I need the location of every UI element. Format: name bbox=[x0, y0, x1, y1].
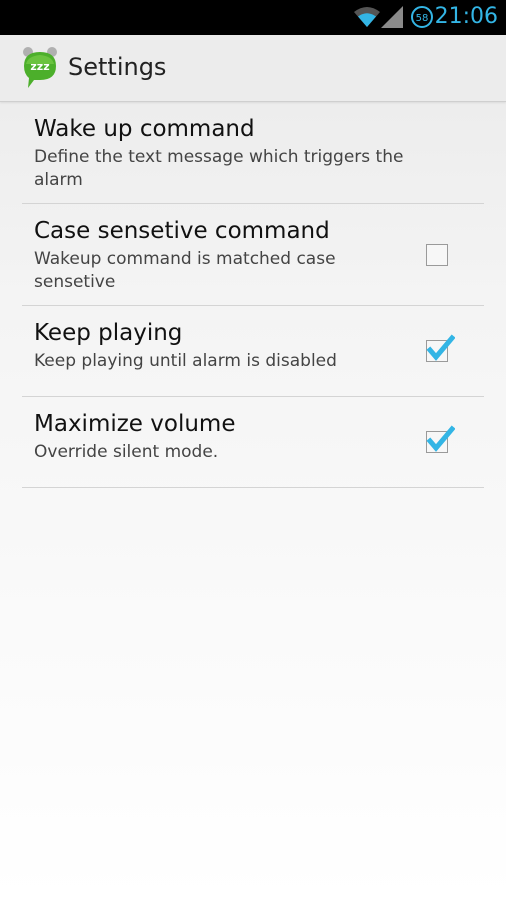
maximize-volume-checkbox[interactable] bbox=[426, 425, 455, 453]
zzz-alarm-icon[interactable]: zzz bbox=[20, 46, 60, 92]
status-bar: 58 21:06 bbox=[0, 0, 506, 35]
pref-title: Keep playing bbox=[34, 320, 183, 346]
preference-list: Wake up command Define the text message … bbox=[22, 102, 484, 488]
pref-summary: Define the text message which triggers t… bbox=[34, 147, 404, 190]
pref-summary: Override silent mode. bbox=[34, 442, 219, 462]
signal-icon bbox=[381, 6, 403, 28]
keep-playing-checkbox[interactable] bbox=[426, 334, 455, 362]
checkmark-icon bbox=[426, 334, 455, 361]
pref-case-sensitive-command[interactable]: Case sensetive command Wakeup command is… bbox=[22, 204, 484, 306]
page-title: Settings bbox=[68, 53, 167, 81]
pref-wake-up-command[interactable]: Wake up command Define the text message … bbox=[22, 102, 484, 204]
pref-title: Case sensetive command bbox=[34, 218, 330, 244]
clock: 21:06 bbox=[434, 4, 498, 29]
battery-icon: 58 bbox=[411, 6, 433, 28]
wifi-icon bbox=[354, 7, 380, 27]
pref-title: Maximize volume bbox=[34, 411, 236, 437]
pref-maximize-volume[interactable]: Maximize volume Override silent mode. bbox=[22, 397, 484, 488]
case-sensitive-checkbox[interactable] bbox=[426, 243, 448, 266]
pref-summary: Wakeup command is matched case sensetive bbox=[34, 249, 336, 292]
action-bar: zzz Settings bbox=[0, 35, 506, 102]
app-icon-text: zzz bbox=[30, 60, 49, 73]
battery-level: 58 bbox=[416, 13, 429, 24]
pref-keep-playing[interactable]: Keep playing Keep playing until alarm is… bbox=[22, 306, 484, 397]
checkmark-icon bbox=[426, 425, 455, 452]
pref-title: Wake up command bbox=[34, 116, 255, 142]
pref-summary: Keep playing until alarm is disabled bbox=[34, 351, 337, 371]
